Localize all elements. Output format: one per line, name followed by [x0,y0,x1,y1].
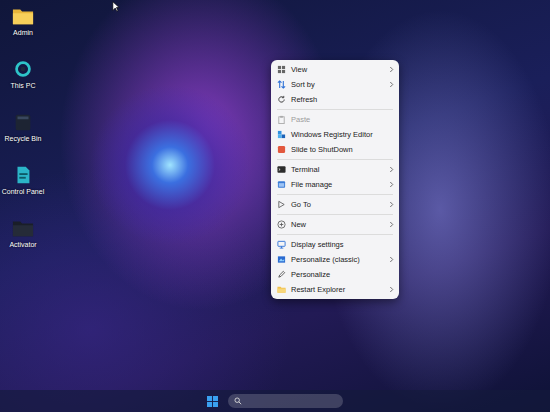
go-to-icon [277,200,286,209]
terminal-icon [277,165,286,174]
menu-item[interactable]: Personalize [271,267,399,282]
chevron-right-icon [389,181,394,188]
display-icon [277,240,286,249]
chevron-right-icon [389,286,394,293]
desktop: Admin This PC Recycle Bin Control Panel … [0,0,550,412]
desktop-icons: Admin This PC Recycle Bin Control Panel … [0,6,46,263]
desktop-icon[interactable]: Control Panel [0,165,46,210]
new-icon [277,220,286,229]
desktop-icon[interactable]: Recycle Bin [0,112,46,157]
chevron-right-icon [389,81,394,88]
desktop-icon-label: Recycle Bin [5,135,42,142]
file-manager-icon [277,180,286,189]
menu-separator [277,214,393,215]
menu-item[interactable]: Terminal [271,162,399,177]
taskbar [0,390,550,412]
chevron-right-icon [389,201,394,208]
menu-item-label: Restart Explorer [291,285,384,294]
menu-item[interactable]: Personalize (classic) [271,252,399,267]
desktop-icon-label: This PC [11,82,36,89]
menu-item-label: Paste [291,115,394,124]
desktop-icon-label: Admin [13,29,33,36]
personalize-classic-icon [277,255,286,264]
pen-icon [277,270,286,279]
menu-item[interactable]: Restart Explorer [271,282,399,297]
shutdown-icon [277,145,286,154]
menu-item[interactable]: Sort by [271,77,399,92]
menu-item[interactable]: View [271,62,399,77]
sort-icon [277,80,286,89]
registry-icon [277,130,286,139]
view-icon [277,65,286,74]
menu-item-label: New [291,220,384,229]
menu-separator [277,159,393,160]
chevron-right-icon [389,66,394,73]
menu-item[interactable]: Display settings [271,237,399,252]
control-panel-icon [12,165,34,185]
menu-separator [277,234,393,235]
cursor-icon [112,1,120,12]
menu-item-label: Sort by [291,80,384,89]
chevron-right-icon [389,256,394,263]
menu-item-label: Display settings [291,240,394,249]
windows-logo-icon[interactable] [207,396,218,407]
menu-item[interactable]: File manage [271,177,399,192]
menu-item[interactable]: Refresh [271,92,399,107]
refresh-icon [277,95,286,104]
menu-separator [277,109,393,110]
menu-item-label: Go To [291,200,384,209]
desktop-icon-label: Activator [9,241,36,248]
context-menu: View Sort by Refresh Paste Windows Regis… [271,60,399,299]
menu-item[interactable]: Windows Registry Editor [271,127,399,142]
menu-item-label: Windows Registry Editor [291,130,394,139]
menu-item[interactable]: Slide to ShutDown [271,142,399,157]
desktop-icon[interactable]: This PC [0,59,46,104]
menu-item[interactable]: Paste [271,112,399,127]
menu-item-label: Slide to ShutDown [291,145,394,154]
folder-icon [12,6,34,26]
menu-item-label: File manage [291,180,384,189]
menu-separator [277,194,393,195]
recycle-bin-icon [12,112,34,132]
menu-item-label: Terminal [291,165,384,174]
desktop-icon-label: Control Panel [2,188,44,195]
chevron-right-icon [389,166,394,173]
menu-item-label: Personalize (classic) [291,255,384,264]
desktop-icon[interactable]: Admin [0,6,46,51]
menu-item-label: Refresh [291,95,394,104]
chevron-right-icon [389,221,394,228]
paste-icon [277,115,286,124]
desktop-icon[interactable]: Activator [0,218,46,263]
search-icon [234,397,242,405]
menu-item[interactable]: New [271,217,399,232]
menu-item[interactable]: Go To [271,197,399,212]
search-box[interactable] [228,394,343,408]
computer-icon [12,59,34,79]
folder-icon [12,218,34,238]
explorer-icon [277,285,286,294]
menu-item-label: Personalize [291,270,394,279]
menu-item-label: View [291,65,384,74]
